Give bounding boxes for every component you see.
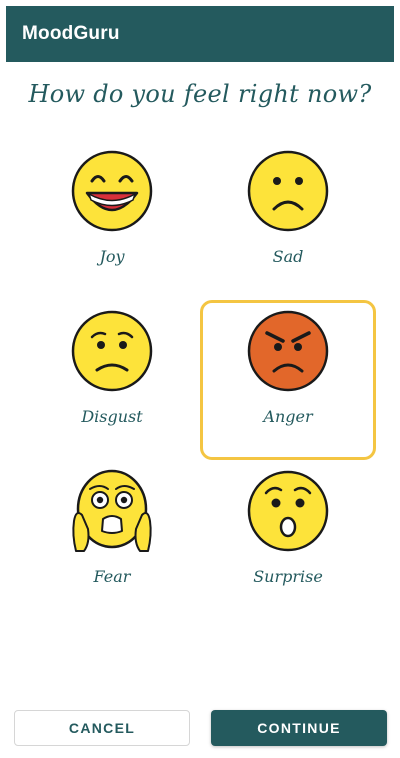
mood-label-sad: Sad (272, 247, 304, 266)
mood-label-anger: Anger (263, 407, 313, 426)
app-title: MoodGuru (22, 23, 120, 44)
app-root: MoodGuru How do you feel right now? Joy … (0, 0, 400, 758)
mood-label-surprise: Surprise (253, 567, 323, 586)
angry-face-icon (247, 310, 329, 392)
frowning-face-icon (247, 150, 329, 232)
worried-face-icon (71, 310, 153, 392)
mood-option-anger[interactable]: Anger (200, 300, 376, 460)
mood-option-surprise[interactable]: Surprise (200, 460, 376, 620)
mood-label-disgust: Disgust (81, 407, 143, 426)
question-heading: How do you feel right now? (28, 80, 372, 108)
mood-grid: Joy Sad Disgust Anger Fear Surprise (24, 140, 376, 620)
mood-label-joy: Joy (99, 247, 125, 266)
mood-option-fear[interactable]: Fear (24, 460, 200, 620)
mood-option-disgust[interactable]: Disgust (24, 300, 200, 460)
surprised-face-icon (247, 470, 329, 552)
app-bar: MoodGuru (6, 6, 394, 62)
mood-option-joy[interactable]: Joy (24, 140, 200, 300)
grinning-face-icon (71, 150, 153, 232)
continue-button[interactable]: CONTINUE (211, 710, 387, 746)
screaming-face-icon (72, 469, 152, 552)
cancel-button[interactable]: CANCEL (14, 710, 190, 746)
mood-label-fear: Fear (93, 567, 131, 586)
mood-option-sad[interactable]: Sad (200, 140, 376, 300)
